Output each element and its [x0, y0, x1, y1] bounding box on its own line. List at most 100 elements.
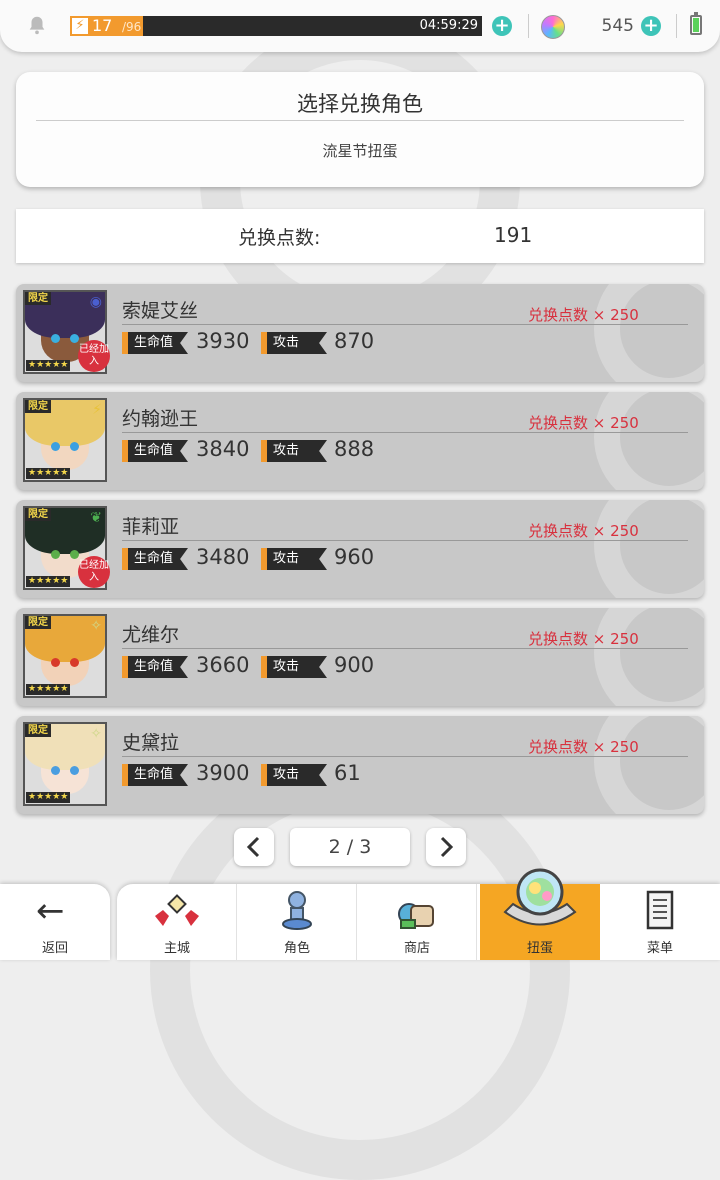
exchange-points-label: 兑换点数: [238, 227, 321, 249]
status-bar: ⚡ 17 /96 04:59:29 + 545 + [0, 0, 720, 52]
rarity-stars: ★★★★★ [26, 468, 71, 479]
atk-value: 900 [334, 653, 375, 677]
row-watermark [594, 500, 704, 598]
rarity-stars: ★★★★★ [26, 360, 71, 371]
exchange-points-value: 191 [494, 223, 533, 247]
atk-value: 61 [334, 761, 361, 785]
limited-badge: 限定 [25, 508, 51, 521]
nav-item-character[interactable]: 角色 [237, 884, 357, 960]
joined-badge: 已经加入 [78, 556, 110, 588]
portrait-eye [51, 658, 60, 667]
limited-badge: 限定 [25, 616, 51, 629]
nav-label: 扭蛋 [526, 941, 553, 956]
character-row[interactable]: 限定 ◉ ★★★★★ 已经加入 索媞艾丝生命值 3930 攻击 870 兑换点数 × 250 [16, 284, 704, 382]
character-name: 索媞艾丝 [122, 300, 199, 322]
limited-badge: 限定 [25, 292, 51, 305]
bottom-nav: 主城 角色 商店 扭蛋 菜单 [117, 868, 720, 960]
atk-label: 攻击 [261, 440, 327, 462]
nav-label: 角色 [283, 941, 310, 956]
water-icon: ◉ [89, 294, 102, 310]
nav-item-gacha[interactable]: 扭蛋 [480, 868, 600, 960]
rarity-stars: ★★★★★ [26, 684, 71, 695]
rarity-stars: ★★★★★ [26, 792, 71, 803]
back-button[interactable]: ← 返回 [0, 884, 110, 960]
shop-icon [398, 903, 434, 929]
divider [528, 14, 529, 38]
character-portrait: 限定 ✧ ★★★★★ [23, 722, 107, 806]
leaf-icon: ❦ [90, 510, 102, 526]
character-icon [282, 891, 312, 930]
atk-value: 960 [334, 545, 375, 569]
hp-label: 生命值 [122, 656, 188, 678]
character-name: 尤维尔 [122, 624, 180, 646]
row-watermark [594, 716, 704, 814]
limited-badge: 限定 [25, 400, 51, 413]
gacha-icon [503, 868, 577, 926]
prev-page-button[interactable] [234, 828, 274, 866]
notification-bell-icon[interactable] [26, 14, 48, 36]
stamina-bar: ⚡ 17 /96 04:59:29 [70, 16, 482, 36]
add-gems-button[interactable]: + [641, 16, 661, 36]
atk-label: 攻击 [261, 656, 327, 678]
portrait-eye [70, 442, 79, 451]
exchange-cost: 兑换点数 × 250 [528, 630, 639, 648]
character-portrait: 限定 ⚡ ★★★★★ [23, 398, 107, 482]
background-emblem-lower [150, 760, 570, 1180]
character-name: 菲莉亚 [122, 516, 180, 538]
stamina-bolt-icon: ⚡ [72, 18, 88, 34]
row-watermark [594, 608, 704, 706]
exchange-cost: 兑换点数 × 250 [528, 522, 639, 540]
nav-label: 主城 [163, 941, 190, 956]
nav-item-castle[interactable]: 主城 [117, 884, 237, 960]
exchange-cost: 兑换点数 × 250 [528, 414, 639, 432]
stamina-current: 17 [92, 16, 113, 35]
atk-value: 870 [334, 329, 375, 353]
atk-label: 攻击 [261, 332, 327, 354]
character-row[interactable]: 限定 ✧ ★★★★★ 史黛拉 生命值 3900 攻击 61 兑换点数 × 250 [16, 716, 704, 814]
nav-item-shop[interactable]: 商店 [357, 884, 477, 960]
sparkle-icon: ✧ [90, 618, 102, 634]
hp-value: 3900 [196, 761, 250, 785]
joined-badge: 已经加入 [78, 340, 110, 372]
chevron-left-icon [246, 836, 260, 858]
exchange-cost: 兑换点数 × 250 [528, 738, 639, 756]
title-card: 选择兑换角色 流星节扭蛋 [16, 72, 704, 187]
hp-label: 生命值 [122, 764, 188, 786]
row-watermark [594, 392, 704, 490]
arrow-left-icon: ← [36, 891, 65, 931]
back-label: 返回 [41, 941, 68, 956]
atk-label: 攻击 [261, 548, 327, 570]
character-row[interactable]: 限定 ✧ ★★★★★ 尤维尔 生命值 3660 攻击 900 兑换点数 × 250 [16, 608, 704, 706]
lightning-icon: ⚡ [92, 402, 102, 418]
nav-item-menu[interactable]: 菜单 [600, 884, 720, 960]
page-indicator: 2 / 3 [290, 828, 410, 866]
portrait-eye [70, 550, 79, 559]
portrait-eye [70, 658, 79, 667]
add-stamina-button[interactable]: + [492, 16, 512, 36]
hp-label: 生命值 [122, 332, 188, 354]
stamina-max: /96 [122, 20, 142, 34]
exchange-cost: 兑换点数 × 250 [528, 306, 639, 324]
gem-icon [541, 15, 565, 39]
hp-value: 3930 [196, 329, 250, 353]
castle-icon [155, 894, 199, 926]
menu-icon [646, 890, 674, 930]
character-row[interactable]: 限定 ⚡ ★★★★★ 约翰逊王 生命值 3840 攻击 888 兑换点数 × 250 [16, 392, 704, 490]
portrait-eye [70, 334, 79, 343]
gem-count: 545 [601, 16, 634, 36]
portrait-eye [51, 550, 60, 559]
portrait-eye [51, 442, 60, 451]
hp-label: 生命值 [122, 548, 188, 570]
rarity-stars: ★★★★★ [26, 576, 71, 587]
banner-name: 流星节扭蛋 [322, 142, 398, 160]
character-name: 史黛拉 [122, 732, 180, 754]
title-divider [36, 120, 684, 121]
nav-label: 菜单 [646, 941, 673, 956]
character-row[interactable]: 限定 ❦ ★★★★★ 已经加入 菲莉亚 生命值 3480 攻击 960 兑换点数 × 250 [16, 500, 704, 598]
next-page-button[interactable] [426, 828, 466, 866]
divider [676, 14, 677, 38]
portrait-eye [51, 334, 60, 343]
battery-icon [690, 12, 702, 35]
sparkle-icon: ✧ [90, 726, 102, 742]
limited-badge: 限定 [25, 724, 51, 737]
